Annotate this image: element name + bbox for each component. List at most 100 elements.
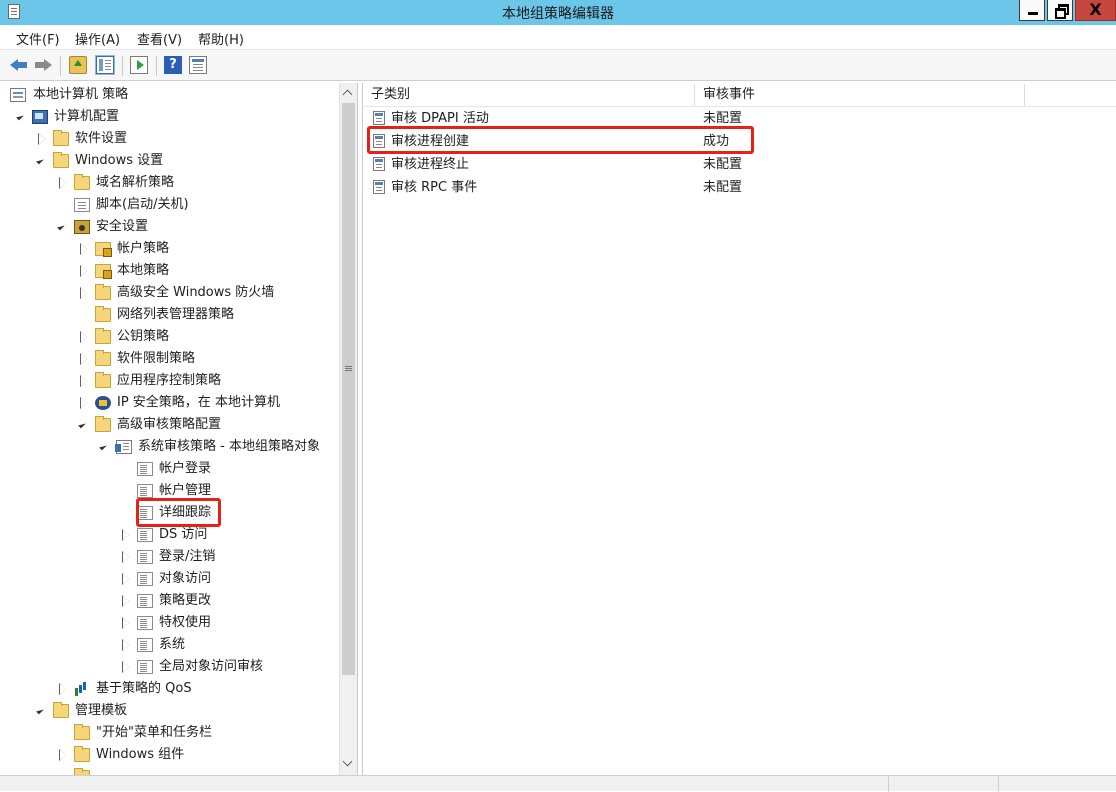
expand-arrow-icon[interactable] bbox=[121, 634, 131, 656]
collapse-arrow-icon[interactable] bbox=[37, 700, 47, 722]
tree-item-start-menu[interactable]: "开始"菜单和任务栏 bbox=[0, 722, 339, 744]
details-pane[interactable]: 子类别 审核事件 审核 DPAPI 活动 未配置 审核进程创建 成功 审核进程终… bbox=[362, 83, 1116, 775]
audit-setting-icon bbox=[373, 111, 385, 125]
folder-icon bbox=[95, 306, 111, 322]
collapse-arrow-icon[interactable] bbox=[100, 436, 110, 458]
expand-arrow-icon[interactable] bbox=[79, 260, 89, 282]
expand-arrow-icon[interactable] bbox=[121, 568, 131, 590]
tree-item-firewall[interactable]: 高级安全 Windows 防火墙 bbox=[0, 282, 339, 304]
tree-item-software-restriction[interactable]: 软件限制策略 bbox=[0, 348, 339, 370]
restore-button[interactable] bbox=[1047, 0, 1073, 21]
tree-item-app-control[interactable]: 应用程序控制策略 bbox=[0, 370, 339, 392]
expand-arrow-icon[interactable] bbox=[121, 590, 131, 612]
menu-action[interactable]: 操作(A) bbox=[75, 29, 120, 48]
expand-arrow-icon[interactable] bbox=[79, 370, 89, 392]
tree-item-account-policies[interactable]: 帐户策略 bbox=[0, 238, 339, 260]
folder-icon bbox=[53, 130, 69, 146]
tree-item-ipsec[interactable]: IP 安全策略，在 本地计算机 bbox=[0, 392, 339, 414]
highlight-box bbox=[367, 126, 754, 154]
tree-item-object-access[interactable]: 对象访问 bbox=[0, 568, 339, 590]
show-hide-tree-icon[interactable] bbox=[95, 55, 115, 75]
expand-arrow-icon[interactable] bbox=[58, 678, 68, 700]
tree-item-network-list[interactable]: 网络列表管理器策略 bbox=[0, 304, 339, 326]
expand-arrow-icon[interactable] bbox=[121, 524, 131, 546]
folder-icon bbox=[53, 152, 69, 168]
window-title: 本地组策略编辑器 bbox=[502, 6, 614, 22]
computer-icon bbox=[32, 110, 48, 124]
collapse-arrow-icon[interactable] bbox=[17, 106, 27, 128]
scrollbar-thumb[interactable] bbox=[342, 103, 355, 675]
collapse-arrow-icon[interactable] bbox=[58, 216, 68, 238]
list-item[interactable]: 审核 RPC 事件 未配置 bbox=[363, 176, 1023, 199]
expand-arrow-icon[interactable] bbox=[121, 656, 131, 678]
scroll-down-icon[interactable] bbox=[340, 756, 357, 773]
tree-scrollbar[interactable] bbox=[339, 83, 357, 775]
locked-folder-icon bbox=[95, 242, 112, 257]
expand-arrow-icon[interactable] bbox=[79, 326, 89, 348]
tree-item-dns-policy[interactable]: 域名解析策略 bbox=[0, 172, 339, 194]
list-item[interactable]: 审核进程终止 未配置 bbox=[363, 153, 1023, 176]
tree-item-scripts[interactable]: 脚本(启动/关机) bbox=[0, 194, 339, 216]
policy-icon bbox=[10, 88, 26, 102]
tree-item-windows-settings[interactable]: Windows 设置 bbox=[0, 150, 339, 172]
tree-item-global-object-access[interactable]: 全局对象访问审核 bbox=[0, 656, 339, 678]
tree-item-policy-change[interactable]: 策略更改 bbox=[0, 590, 339, 612]
export-list-icon[interactable] bbox=[130, 56, 148, 74]
back-arrow-icon[interactable] bbox=[10, 56, 28, 74]
expand-arrow-icon[interactable] bbox=[58, 172, 68, 194]
collapse-arrow-icon[interactable] bbox=[79, 414, 89, 436]
menu-file[interactable]: 文件(F) bbox=[16, 29, 60, 48]
highlight-box bbox=[136, 498, 221, 527]
expand-arrow-icon[interactable] bbox=[121, 612, 131, 634]
expand-arrow-icon[interactable] bbox=[37, 128, 47, 150]
tree-item-ds-access[interactable]: DS 访问 bbox=[0, 524, 339, 546]
tree-item-public-key[interactable]: 公钥策略 bbox=[0, 326, 339, 348]
properties-icon[interactable] bbox=[189, 56, 207, 74]
audit-category-icon bbox=[137, 550, 153, 564]
tree-item-system[interactable]: 系统 bbox=[0, 634, 339, 656]
expand-arrow-icon[interactable] bbox=[121, 546, 131, 568]
audit-category-icon bbox=[137, 462, 153, 476]
status-cell bbox=[998, 776, 1116, 792]
tree-pane[interactable]: 本地计算机 策略 计算机配置 软件设置 Windows 设置 域名解析策略 脚本… bbox=[0, 83, 358, 775]
tree-item-windows-components[interactable]: Windows 组件 bbox=[0, 744, 339, 766]
tree-item-root[interactable]: 本地计算机 策略 bbox=[0, 84, 339, 106]
tree-item-software-settings[interactable]: 软件设置 bbox=[0, 128, 339, 150]
audit-policy-icon bbox=[115, 440, 132, 454]
tree-item-system-audit[interactable]: 系统审核策略 - 本地组策略对象 bbox=[0, 436, 339, 458]
expand-arrow-icon[interactable] bbox=[58, 744, 68, 766]
toolbar: ? bbox=[0, 49, 1116, 81]
collapse-arrow-icon[interactable] bbox=[37, 150, 47, 172]
up-one-level-icon[interactable] bbox=[69, 56, 87, 74]
forward-arrow-icon[interactable] bbox=[34, 56, 52, 74]
tree-item-qos[interactable]: 基于策略的 QoS bbox=[0, 678, 339, 700]
minimize-button[interactable] bbox=[1019, 0, 1045, 21]
tree-item-privilege-use[interactable]: 特权使用 bbox=[0, 612, 339, 634]
menu-help[interactable]: 帮助(H) bbox=[198, 29, 244, 48]
tree-item-logon-logoff[interactable]: 登录/注销 bbox=[0, 546, 339, 568]
status-cell bbox=[888, 776, 999, 792]
tree-item-local-policies[interactable]: 本地策略 bbox=[0, 260, 339, 282]
tree-item-account-logon[interactable]: 帐户登录 bbox=[0, 458, 339, 480]
expand-arrow-icon[interactable] bbox=[79, 282, 89, 304]
column-header-subcategory[interactable]: 子类别 bbox=[363, 84, 695, 106]
toolbar-separator bbox=[156, 56, 157, 76]
expand-arrow-icon[interactable] bbox=[79, 348, 89, 370]
ipsec-icon bbox=[95, 396, 111, 410]
tree-item-security-settings[interactable]: 安全设置 bbox=[0, 216, 339, 238]
folder-icon bbox=[95, 328, 111, 344]
audit-setting-icon bbox=[373, 157, 385, 171]
tree-item-admin-templates[interactable]: 管理模板 bbox=[0, 700, 339, 722]
expand-arrow-icon[interactable] bbox=[79, 392, 89, 414]
help-icon[interactable]: ? bbox=[164, 56, 182, 74]
close-button[interactable]: X bbox=[1075, 0, 1116, 21]
folder-icon bbox=[95, 350, 111, 366]
column-header-audit-events[interactable]: 审核事件 bbox=[695, 84, 1025, 106]
expand-arrow-icon[interactable] bbox=[79, 238, 89, 260]
tree-item-computer-config[interactable]: 计算机配置 bbox=[0, 106, 339, 128]
menu-view[interactable]: 查看(V) bbox=[137, 29, 182, 48]
tree-item-partial[interactable] bbox=[0, 766, 339, 775]
locked-folder-icon bbox=[95, 264, 112, 279]
tree-item-advanced-audit[interactable]: 高级审核策略配置 bbox=[0, 414, 339, 436]
scroll-up-icon[interactable] bbox=[340, 85, 357, 102]
